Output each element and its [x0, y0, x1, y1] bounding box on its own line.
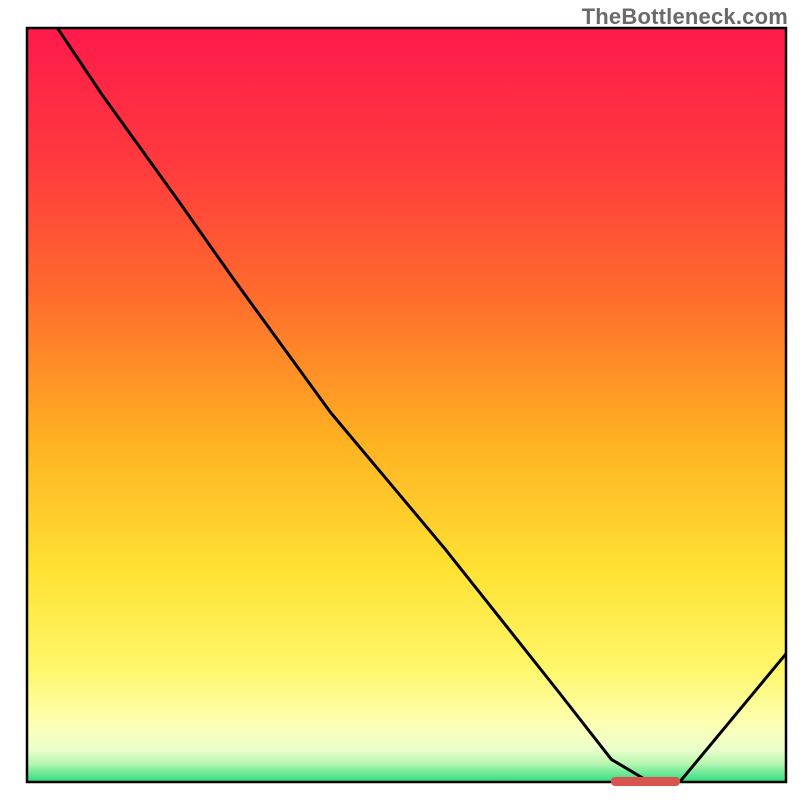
bottleneck-chart: TheBottleneck.com — [0, 0, 800, 800]
chart-svg — [0, 0, 800, 800]
gradient-background — [27, 28, 786, 782]
